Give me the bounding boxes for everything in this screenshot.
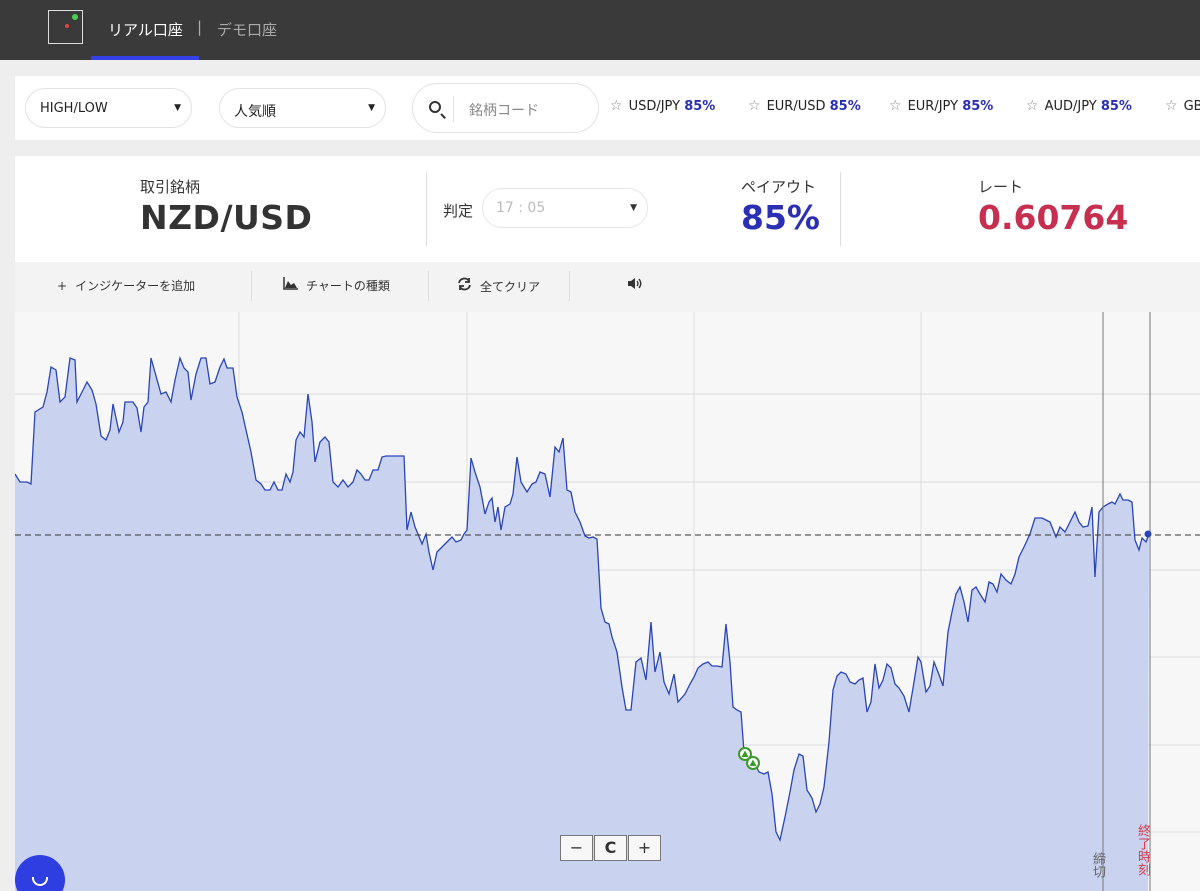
favorite-pair: EUR/JPY xyxy=(907,99,959,114)
favorite-pair: AUD/JPY xyxy=(1044,99,1097,114)
star-icon[interactable]: ☆ xyxy=(1026,98,1039,114)
logo-dot-red xyxy=(65,24,69,28)
info-divider xyxy=(840,172,841,246)
chevron-down-icon: ▼ xyxy=(630,203,637,213)
favorite-gb[interactable]: ☆ GB xyxy=(1165,98,1200,114)
chart-type-button[interactable]: チャートの種類 xyxy=(283,277,390,294)
judge-time-select[interactable]: 17 : 05 ▼ xyxy=(482,188,648,228)
judge-time-value: 17 : 05 xyxy=(496,200,546,216)
option-type-value: HIGH/LOW xyxy=(40,101,108,116)
area-chart-icon xyxy=(283,277,298,293)
star-icon[interactable]: ☆ xyxy=(1165,98,1178,114)
price-chart-svg xyxy=(15,312,1200,891)
sound-toggle[interactable] xyxy=(627,277,651,293)
favorite-payout: 85% xyxy=(1100,99,1132,114)
option-type-select[interactable]: HIGH/LOW ▼ xyxy=(25,88,192,128)
chart-toolbar: + インジケーターを追加 チャートの種類 全てクリア xyxy=(15,262,1200,312)
rate-label: レート xyxy=(978,178,1024,196)
favorite-pair: EUR/USD xyxy=(766,99,826,114)
high-entry-marker xyxy=(746,756,760,770)
favorite-usdjpy[interactable]: ☆ USD/JPY 85% xyxy=(610,98,715,114)
top-header: リアル口座 | デモ口座 xyxy=(0,0,1200,60)
search-input[interactable]: 銘柄コード xyxy=(469,100,539,120)
favorite-eurjpy[interactable]: ☆ EUR/JPY 85% xyxy=(889,98,993,114)
toolbar-divider xyxy=(428,271,429,301)
payout-value: 85% xyxy=(741,198,820,237)
clear-all-label: 全てクリア xyxy=(480,280,541,294)
sort-value: 人気順 xyxy=(234,104,276,120)
favorite-payout: 85% xyxy=(684,99,716,114)
instrument-panel: 取引銘柄 NZD/USD 判定 17 : 05 ▼ ペイアウト 85% レート … xyxy=(15,156,1200,262)
symbol-search[interactable]: 銘柄コード xyxy=(412,83,599,133)
app-logo[interactable] xyxy=(48,10,83,44)
active-tab-indicator xyxy=(91,56,199,60)
favorite-pair: USD/JPY xyxy=(628,99,681,114)
sort-select[interactable]: 人気順 ▼ xyxy=(219,88,386,128)
tab-separator: | xyxy=(197,18,203,36)
star-icon[interactable]: ☆ xyxy=(889,98,902,114)
tab-real-account[interactable]: リアル口座 xyxy=(108,19,183,40)
price-chart[interactable]: − C + 締切 終了時刻 xyxy=(15,312,1200,891)
star-icon[interactable]: ☆ xyxy=(748,98,761,114)
closing-label: 締切 xyxy=(1090,852,1105,878)
speaker-icon xyxy=(627,277,643,293)
chart-type-label: チャートの種類 xyxy=(306,279,390,293)
symbol-name: NZD/USD xyxy=(140,198,313,237)
add-indicator-label: インジケーターを追加 xyxy=(75,279,196,293)
zoom-in-button[interactable]: + xyxy=(628,835,661,861)
favorite-payout: 85% xyxy=(962,99,994,114)
toolbar-divider xyxy=(569,271,570,301)
plus-icon: + xyxy=(57,279,68,293)
favorite-payout: 85% xyxy=(829,99,861,114)
add-indicator-button[interactable]: + インジケーターを追加 xyxy=(57,277,195,294)
rate-value: 0.60764 xyxy=(978,198,1129,237)
info-divider xyxy=(426,172,427,246)
chevron-down-icon: ▼ xyxy=(174,103,181,113)
favorite-eurusd[interactable]: ☆ EUR/USD 85% xyxy=(748,98,861,114)
star-icon[interactable]: ☆ xyxy=(610,98,623,114)
filter-bar: HIGH/LOW ▼ 人気順 ▼ 銘柄コード ☆ USD/JPY 85% ☆ EUR… xyxy=(15,76,1200,140)
payout-label: ペイアウト xyxy=(741,178,817,196)
expiry-label: 終了時刻 xyxy=(1135,824,1150,876)
judge-label: 判定 xyxy=(443,202,474,220)
search-divider xyxy=(453,96,454,122)
logo-dot-green xyxy=(72,14,78,20)
favorite-pair: GB xyxy=(1183,99,1200,114)
chevron-down-icon: ▼ xyxy=(368,103,375,113)
zoom-out-button[interactable]: − xyxy=(560,835,593,861)
reset-zoom-button[interactable]: C xyxy=(594,835,627,861)
refresh-icon xyxy=(457,277,472,294)
chat-icon xyxy=(32,877,48,886)
current-price-dot xyxy=(1144,530,1152,538)
price-area xyxy=(15,358,1149,891)
toolbar-divider xyxy=(251,271,252,301)
favorite-audjpy[interactable]: ☆ AUD/JPY 85% xyxy=(1026,98,1132,114)
clear-all-button[interactable]: 全てクリア xyxy=(457,277,540,295)
search-icon xyxy=(429,101,441,113)
symbol-label: 取引銘柄 xyxy=(140,178,201,196)
tab-demo-account[interactable]: デモ口座 xyxy=(217,19,277,40)
